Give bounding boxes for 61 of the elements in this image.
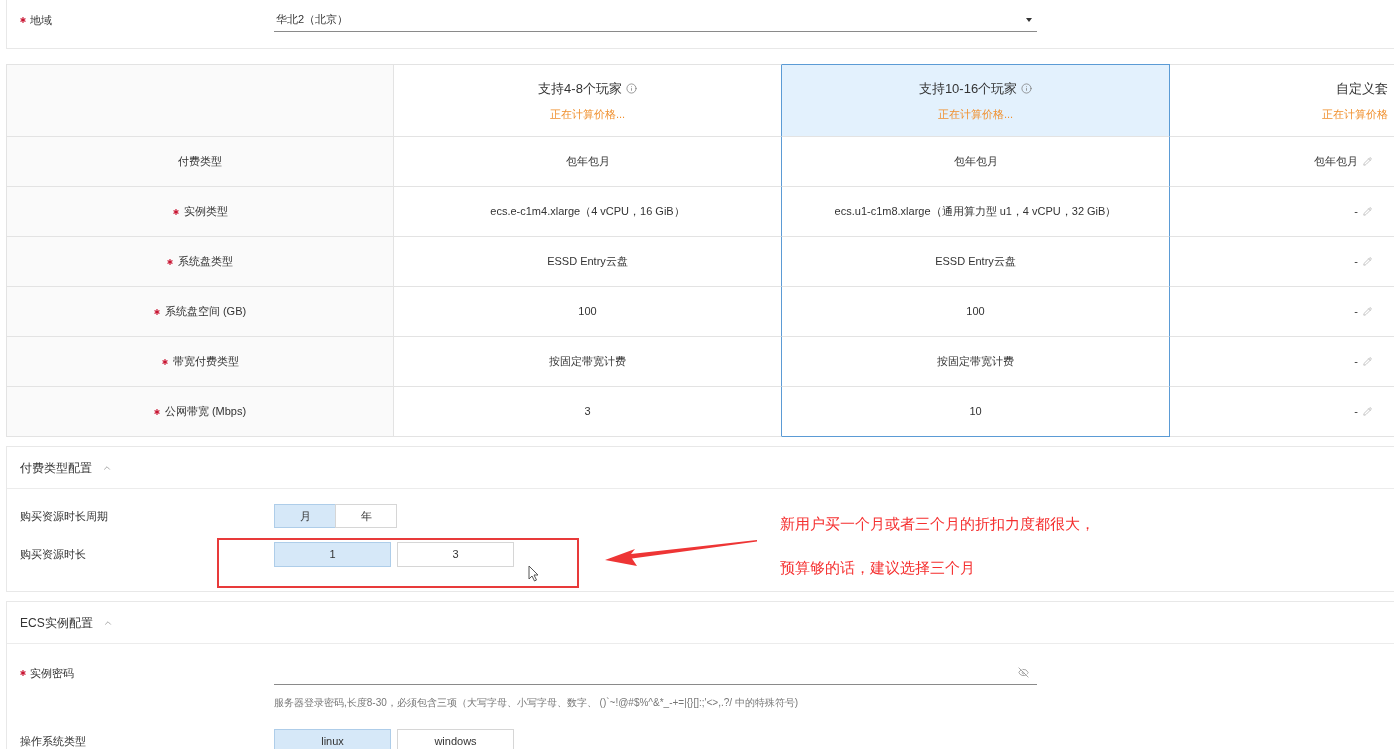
plan-value: - [1354,204,1358,220]
plan-value: - [1354,354,1358,370]
plan-title: 自定义套 [1336,79,1388,98]
option-button[interactable]: linux [274,729,391,749]
plan-value: 包年包月 [1314,154,1358,170]
plan-title: 支持10-16个玩家 [918,79,1018,98]
field-label: 地域 [30,12,52,28]
option-button[interactable]: 年 [335,504,397,528]
plan-value: ESSD Entry云盘 [547,254,628,270]
info-icon[interactable] [1021,82,1033,94]
password-hint: 服务器登录密码,长度8-30，必须包含三项（大写字母、小写字母、数字、 ()`~!@#$%^&*_-+=|{}[]:;'<>,.?/ 中的特殊符号) [274,697,799,708]
info-icon[interactable] [625,82,637,94]
pencil-icon[interactable] [1363,357,1372,366]
field-label: 实例密码 [30,665,74,681]
region-select[interactable]: 华北2（北京） [274,8,1037,32]
option-button[interactable]: 1 [274,542,391,567]
section-title: ECS实例配置 [20,614,93,632]
plan-value: - [1354,304,1358,320]
row-label: 公网带宽 (Mbps) [164,404,247,420]
plan-column-header[interactable]: 支持10-16个玩家 正在计算价格... [782,64,1170,137]
pencil-icon[interactable] [1363,257,1372,266]
pencil-icon[interactable] [1363,157,1372,166]
plan-column-header[interactable]: 支持4-8个玩家 正在计算价格... [394,64,782,137]
field-label: 购买资源时长 [20,547,87,563]
option-button[interactable]: 3 [397,542,514,567]
plan-value: ESSD Entry云盘 [935,254,1016,270]
row-label: 带宽付费类型 [172,354,239,370]
plan-value: - [1354,254,1358,270]
plan-value: ecs.e-c1m4.xlarge（4 vCPU，16 GiB） [490,204,685,220]
plan-value: 10 [969,404,982,420]
price-status: 正在计算价格 [1322,107,1388,122]
row-label: 付费类型 [178,154,222,170]
price-status: 正在计算价格... [937,107,1014,122]
price-status: 正在计算价格... [549,107,626,122]
option-button[interactable]: windows [397,729,514,749]
annotation-text: 预算够的话，建议选择三个月 [780,559,976,577]
pencil-icon[interactable] [1363,407,1372,416]
annotation-text: 新用户买一个月或者三个月的折扣力度都很大， [780,515,1095,533]
plan-title: 支持4-8个玩家 [538,79,622,98]
plan-value: 按固定带宽计费 [937,354,1014,370]
field-label: 操作系统类型 [20,734,87,749]
pencil-icon[interactable] [1363,207,1372,216]
eye-off-icon[interactable] [1018,667,1029,678]
pencil-icon[interactable] [1363,307,1372,316]
plan-column-header[interactable]: 自定义套 正在计算价格 [1170,64,1394,137]
mouse-pointer-icon [528,565,539,582]
plan-value: 3 [584,404,591,420]
row-label: 系统盘空间 (GB) [164,304,247,320]
caret-down-icon [1026,17,1032,22]
plan-value: 100 [578,304,597,320]
section-title: 付费类型配置 [20,459,92,477]
plan-value: 按固定带宽计费 [549,354,626,370]
plan-value: 100 [966,304,985,320]
option-button[interactable]: 月 [274,504,336,528]
row-label: 系统盘类型 [178,254,233,270]
plan-value: 包年包月 [953,154,998,170]
plan-value: - [1354,404,1358,420]
plan-value: ecs.u1-c1m8.xlarge（通用算力型 u1，4 vCPU，32 GiB） [834,204,1117,220]
field-label: 购买资源时长周期 [20,508,109,524]
row-label: 实例类型 [183,204,228,220]
plan-value: 包年包月 [565,154,610,170]
